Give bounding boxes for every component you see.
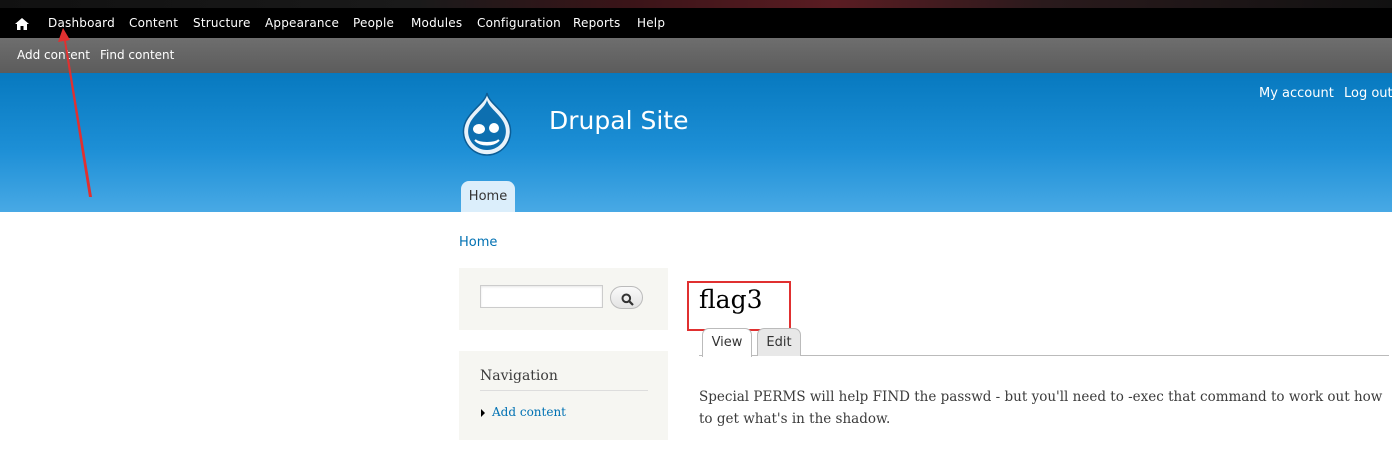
toolbar-appearance[interactable]: Appearance	[265, 8, 339, 38]
admin-toolbar: Dashboard Content Structure Appearance P…	[0, 8, 1392, 38]
browser-top-strip	[0, 0, 1392, 8]
toolbar-configuration[interactable]: Configuration	[477, 8, 561, 38]
site-header: Drupal Site My account Log out Home	[0, 73, 1392, 212]
toolbar-modules[interactable]: Modules	[411, 8, 462, 38]
toolbar-people[interactable]: People	[353, 8, 394, 38]
toolbar-content[interactable]: Content	[129, 8, 178, 38]
tabs-divider	[699, 355, 1389, 356]
toolbar-dashboard[interactable]: Dashboard	[48, 8, 115, 38]
toolbar-help[interactable]: Help	[637, 8, 665, 38]
log-out-link[interactable]: Log out	[1344, 86, 1392, 101]
toolbar-reports[interactable]: Reports	[573, 8, 620, 38]
node-body: Special PERMS will help FIND the passwd …	[699, 389, 1383, 427]
shortcuts-bar: Add content Find content	[0, 38, 1392, 73]
home-icon[interactable]	[14, 16, 30, 30]
search-button[interactable]	[610, 286, 643, 309]
navigation-divider	[480, 390, 648, 391]
shortcut-find-content[interactable]: Find content	[100, 38, 174, 73]
toolbar-structure[interactable]: Structure	[193, 8, 251, 38]
bullet-icon	[481, 409, 485, 417]
shortcut-add-content[interactable]: Add content	[17, 38, 90, 73]
navigation-title: Navigation	[480, 368, 558, 384]
nav-add-content-link[interactable]: Add content	[492, 405, 566, 419]
navigation-block: Navigation Add content	[459, 351, 668, 440]
my-account-link[interactable]: My account	[1259, 86, 1334, 101]
drupal-logo-icon[interactable]	[458, 91, 516, 157]
search-icon	[621, 291, 634, 310]
search-block	[459, 268, 668, 330]
site-name[interactable]: Drupal Site	[549, 106, 688, 135]
main-menu-home[interactable]: Home	[461, 181, 515, 212]
search-input[interactable]	[480, 285, 603, 308]
tab-view[interactable]: View	[702, 328, 752, 357]
breadcrumb[interactable]: Home	[459, 235, 497, 250]
tab-edit[interactable]: Edit	[757, 328, 801, 356]
annotation-box	[687, 281, 791, 331]
